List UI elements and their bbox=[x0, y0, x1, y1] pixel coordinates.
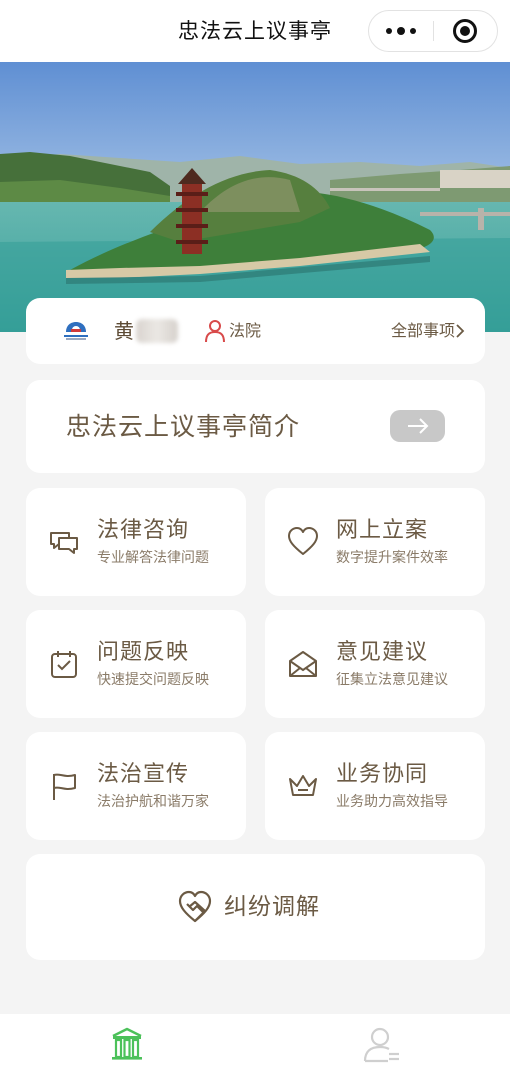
court-logo-icon bbox=[64, 322, 88, 340]
bottom-tab-bar bbox=[0, 1014, 510, 1075]
user-name: 黄 bbox=[114, 319, 134, 343]
service-business-collaboration[interactable]: 业务协同 业务助力高效指导 bbox=[265, 732, 485, 840]
user-role: 法院 bbox=[229, 321, 262, 340]
service-title: 业务协同 bbox=[336, 762, 429, 787]
more-dots-icon[interactable] bbox=[369, 11, 433, 51]
user-role-icon bbox=[205, 320, 225, 343]
user-icon bbox=[363, 1027, 399, 1063]
arrow-right-icon bbox=[408, 418, 429, 434]
calendar-check-icon bbox=[51, 651, 77, 678]
open-envelope-icon bbox=[289, 651, 317, 677]
handshake-heart-icon bbox=[178, 890, 212, 923]
mediation-title: 纠纷调解 bbox=[224, 894, 320, 920]
flag-icon bbox=[53, 773, 76, 800]
navigation-bar: 忠法云上议事亭 bbox=[0, 0, 510, 62]
user-info-card: 黄 法院 全部事项 bbox=[26, 298, 485, 364]
chat-bubbles-icon bbox=[50, 532, 78, 554]
service-title: 法治宣传 bbox=[97, 762, 190, 787]
target-close-icon[interactable] bbox=[453, 19, 477, 43]
intro-title: 忠法云上议事亭简介 bbox=[66, 412, 301, 441]
all-items-link[interactable]: 全部事项 bbox=[391, 318, 455, 344]
service-subtitle: 专业解答法律问题 bbox=[97, 550, 209, 566]
landscape-illustration bbox=[0, 62, 510, 332]
heart-icon bbox=[288, 527, 318, 555]
service-subtitle: 征集立法意见建议 bbox=[336, 672, 448, 688]
service-problem-report[interactable]: 问题反映 快速提交问题反映 bbox=[26, 610, 246, 718]
service-subtitle: 法治护航和谐万家 bbox=[97, 794, 209, 810]
tab-mine[interactable] bbox=[255, 1014, 510, 1075]
service-subtitle: 业务助力高效指导 bbox=[336, 794, 448, 810]
service-title: 法律咨询 bbox=[97, 518, 190, 543]
service-title: 问题反映 bbox=[97, 640, 190, 665]
service-law-publicity[interactable]: 法治宣传 法治护航和谐万家 bbox=[26, 732, 246, 840]
intro-arrow-button[interactable] bbox=[390, 410, 445, 442]
tab-home[interactable] bbox=[0, 1014, 255, 1075]
banner-image bbox=[0, 62, 510, 332]
service-subtitle: 数字提升案件效率 bbox=[336, 550, 448, 566]
service-dispute-mediation[interactable]: 纠纷调解 bbox=[26, 854, 485, 960]
intro-card[interactable]: 忠法云上议事亭简介 bbox=[26, 380, 485, 473]
crown-icon bbox=[289, 775, 317, 796]
service-title: 意见建议 bbox=[336, 640, 429, 665]
mini-program-capsule bbox=[368, 10, 498, 52]
service-legal-consultation[interactable]: 法律咨询 专业解答法律问题 bbox=[26, 488, 246, 596]
chevron-right-icon bbox=[456, 324, 465, 338]
blurred-name-mask bbox=[136, 319, 178, 343]
service-title: 网上立案 bbox=[336, 518, 429, 543]
service-online-filing[interactable]: 网上立案 数字提升案件效率 bbox=[265, 488, 485, 596]
service-subtitle: 快速提交问题反映 bbox=[97, 672, 209, 688]
building-icon bbox=[112, 1027, 142, 1060]
capsule-divider bbox=[433, 21, 434, 41]
service-suggestions[interactable]: 意见建议 征集立法意见建议 bbox=[265, 610, 485, 718]
